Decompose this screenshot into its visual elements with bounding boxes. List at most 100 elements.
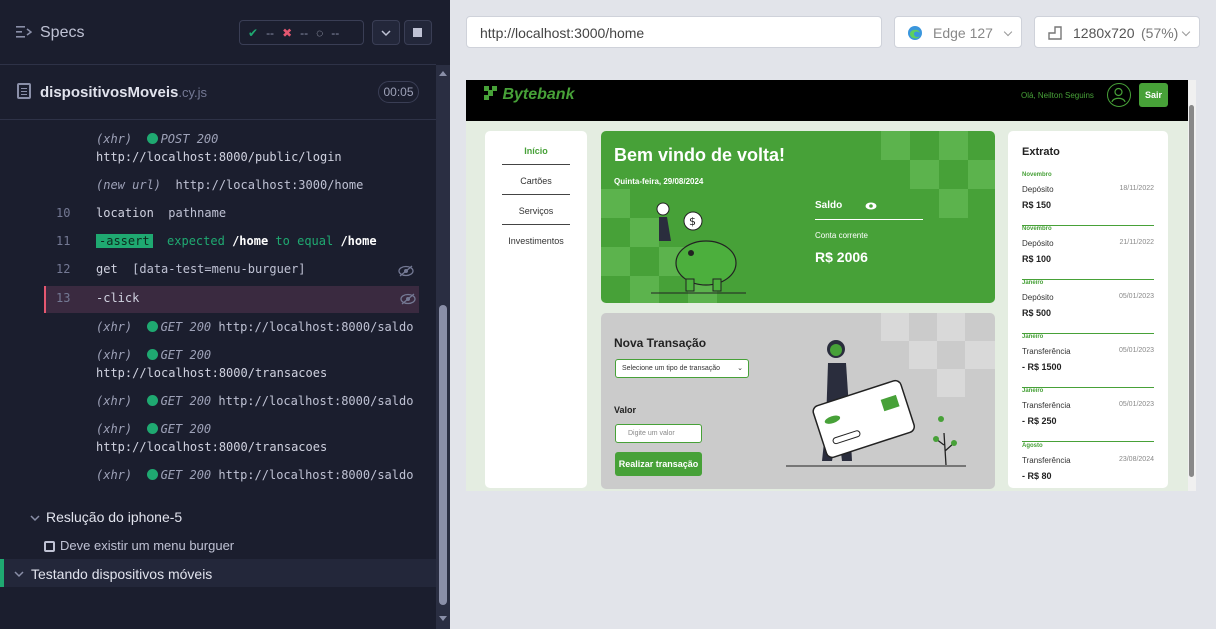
entry-date: 05/01/2023: [1118, 347, 1154, 354]
command-number: 10: [56, 206, 71, 220]
bytebank-app: Bytebank Olá, Neilton Seguins Sair Iníci…: [466, 80, 1188, 491]
command-name: -click: [96, 291, 140, 305]
entry-value: R$ 500: [1022, 308, 1052, 318]
cross-icon: ✖: [282, 25, 293, 40]
command-prefix: (xhr): [96, 394, 133, 408]
eye-slash-icon[interactable]: [400, 293, 416, 305]
submit-transaction-button[interactable]: Realizar transação: [615, 452, 702, 476]
test-title: Deve existir um menu burguer: [60, 538, 235, 553]
nav-item-servicos[interactable]: Serviços: [502, 206, 570, 216]
entry-value: - R$ 80: [1022, 471, 1052, 481]
passed-count: --: [266, 25, 275, 40]
entry-type: Depósito: [1022, 239, 1054, 248]
entry-date: 05/01/2023: [1118, 401, 1154, 408]
statement-card: Extrato Novembro Depósito 18/11/2022 R$ …: [1008, 131, 1168, 488]
scroll-up-arrow-icon[interactable]: [439, 71, 447, 76]
woman-with-card-illustration-icon: [786, 340, 966, 467]
assert-badge: -assert: [96, 234, 153, 248]
scroll-down-arrow-icon[interactable]: [439, 616, 447, 621]
app-preview-panel: http://localhost:3000/home Edge 127 1280…: [450, 0, 1216, 629]
command-method: GET 200: [160, 468, 212, 482]
stop-button[interactable]: [404, 20, 432, 45]
command-url: http://localhost:8000/saldo: [218, 468, 414, 482]
viewport-scale: (57%): [1141, 25, 1179, 41]
command-url: http://localhost:3000/home: [175, 178, 364, 192]
entry-month: Agosto: [1022, 443, 1043, 449]
spec-file-extension: .cy.js: [178, 85, 208, 100]
viewport-size: 1280x720: [1073, 25, 1135, 41]
account-balance: R$ 2006: [815, 249, 868, 265]
svg-text:$: $: [689, 215, 696, 228]
edge-browser-icon: [908, 26, 922, 40]
bytebank-logo-icon: [484, 86, 497, 100]
entry-month: Janeiro: [1022, 388, 1044, 394]
scrollbar-thumb[interactable]: [439, 305, 447, 605]
file-icon: [17, 83, 31, 99]
entry-value: - R$ 1500: [1022, 362, 1062, 372]
welcome-title: Bem vindo de volta!: [614, 145, 786, 165]
entry-month: Novembro: [1022, 172, 1052, 178]
entry-type: Depósito: [1022, 185, 1054, 194]
statement-entry: Novembro Depósito 18/11/2022 R$ 150: [1022, 172, 1154, 226]
logout-button[interactable]: Sair: [1139, 83, 1168, 107]
command-number: 12: [56, 262, 71, 276]
command-url: http://localhost:8000/saldo: [218, 320, 414, 334]
command-method: GET 200: [160, 348, 212, 362]
app-nav-menu: Início Cartões Serviços Investimentos: [485, 131, 587, 488]
bytebank-logo[interactable]: Bytebank: [484, 86, 574, 104]
spec-file-header: dispositivosMoveis.cy.js 00:05: [0, 66, 436, 120]
command-number: 11: [56, 234, 71, 248]
saldo-divider: [815, 219, 923, 220]
status-dot-icon: [146, 395, 158, 406]
logo-text: Bytebank: [502, 86, 575, 103]
nav-item-investimentos[interactable]: Investimentos: [502, 236, 570, 246]
entry-type: Depósito: [1022, 293, 1054, 302]
test-stats: ✔ -- ✖ -- ◌ --: [239, 20, 364, 45]
eye-icon[interactable]: [865, 201, 877, 211]
eye-slash-icon[interactable]: [398, 265, 414, 277]
stop-icon: [413, 28, 422, 37]
user-avatar-icon[interactable]: [1107, 83, 1131, 107]
suite-row[interactable]: Reslução do iphone-5: [0, 508, 436, 528]
url-bar[interactable]: http://localhost:3000/home: [466, 16, 882, 48]
statement-title: Extrato: [1022, 146, 1060, 158]
transaction-title: Nova Transação: [614, 336, 707, 350]
browser-name: Edge 127: [933, 25, 993, 41]
account-label: Conta corrente: [815, 231, 868, 240]
command-prefix: (xhr): [96, 468, 133, 482]
app-scrollbar[interactable]: [1188, 80, 1196, 491]
transaction-type-select[interactable]: Selecione um tipo de transação ⌄: [615, 359, 749, 378]
command-url: http://localhost:8000/transacoes: [96, 366, 328, 380]
test-row[interactable]: Deve existir um menu burguer: [0, 537, 436, 557]
command-url: http://localhost:8000/public/login: [96, 150, 342, 164]
command-url: http://localhost:8000/transacoes: [96, 440, 328, 454]
pending-icon: ◌: [316, 25, 324, 40]
chevron-down-icon: [1003, 27, 1013, 37]
suite-row[interactable]: Testando dispositivos móveis: [0, 559, 436, 587]
valor-input[interactable]: Digite um valor: [615, 424, 702, 443]
nav-divider: [502, 194, 570, 195]
run-duration: 00:05: [378, 81, 419, 103]
entry-type: Transferência: [1022, 456, 1071, 465]
collapse-button[interactable]: [372, 20, 400, 45]
specs-list-icon[interactable]: [16, 25, 32, 39]
failed-count: --: [300, 25, 309, 40]
browser-selector[interactable]: Edge 127: [894, 16, 1022, 48]
nav-item-cartoes[interactable]: Cartões: [502, 176, 570, 186]
status-dot-icon: [146, 321, 158, 332]
command-method: GET 200: [160, 320, 212, 334]
app-scrollbar-thumb[interactable]: [1189, 105, 1194, 477]
command-list: (xhr) POST 200 http://localhost:8000/pub…: [0, 121, 420, 493]
nav-item-inicio[interactable]: Início: [502, 146, 570, 156]
command-row-active[interactable]: 13 -click: [44, 286, 419, 313]
chevron-down-icon: [14, 571, 24, 578]
entry-date: 05/01/2023: [1118, 293, 1154, 300]
assert-to-equal: to equal: [275, 234, 334, 248]
specs-title[interactable]: Specs: [40, 24, 84, 42]
piggy-bank-illustration-icon: $: [651, 202, 746, 294]
status-dot-icon: [146, 423, 158, 434]
spec-file-name[interactable]: dispositivosMoveis.cy.js: [40, 84, 207, 101]
command-method: GET 200: [160, 422, 212, 436]
viewport-selector[interactable]: 1280x720 (57%): [1034, 16, 1200, 48]
command-log-scrollbar[interactable]: [436, 65, 450, 629]
